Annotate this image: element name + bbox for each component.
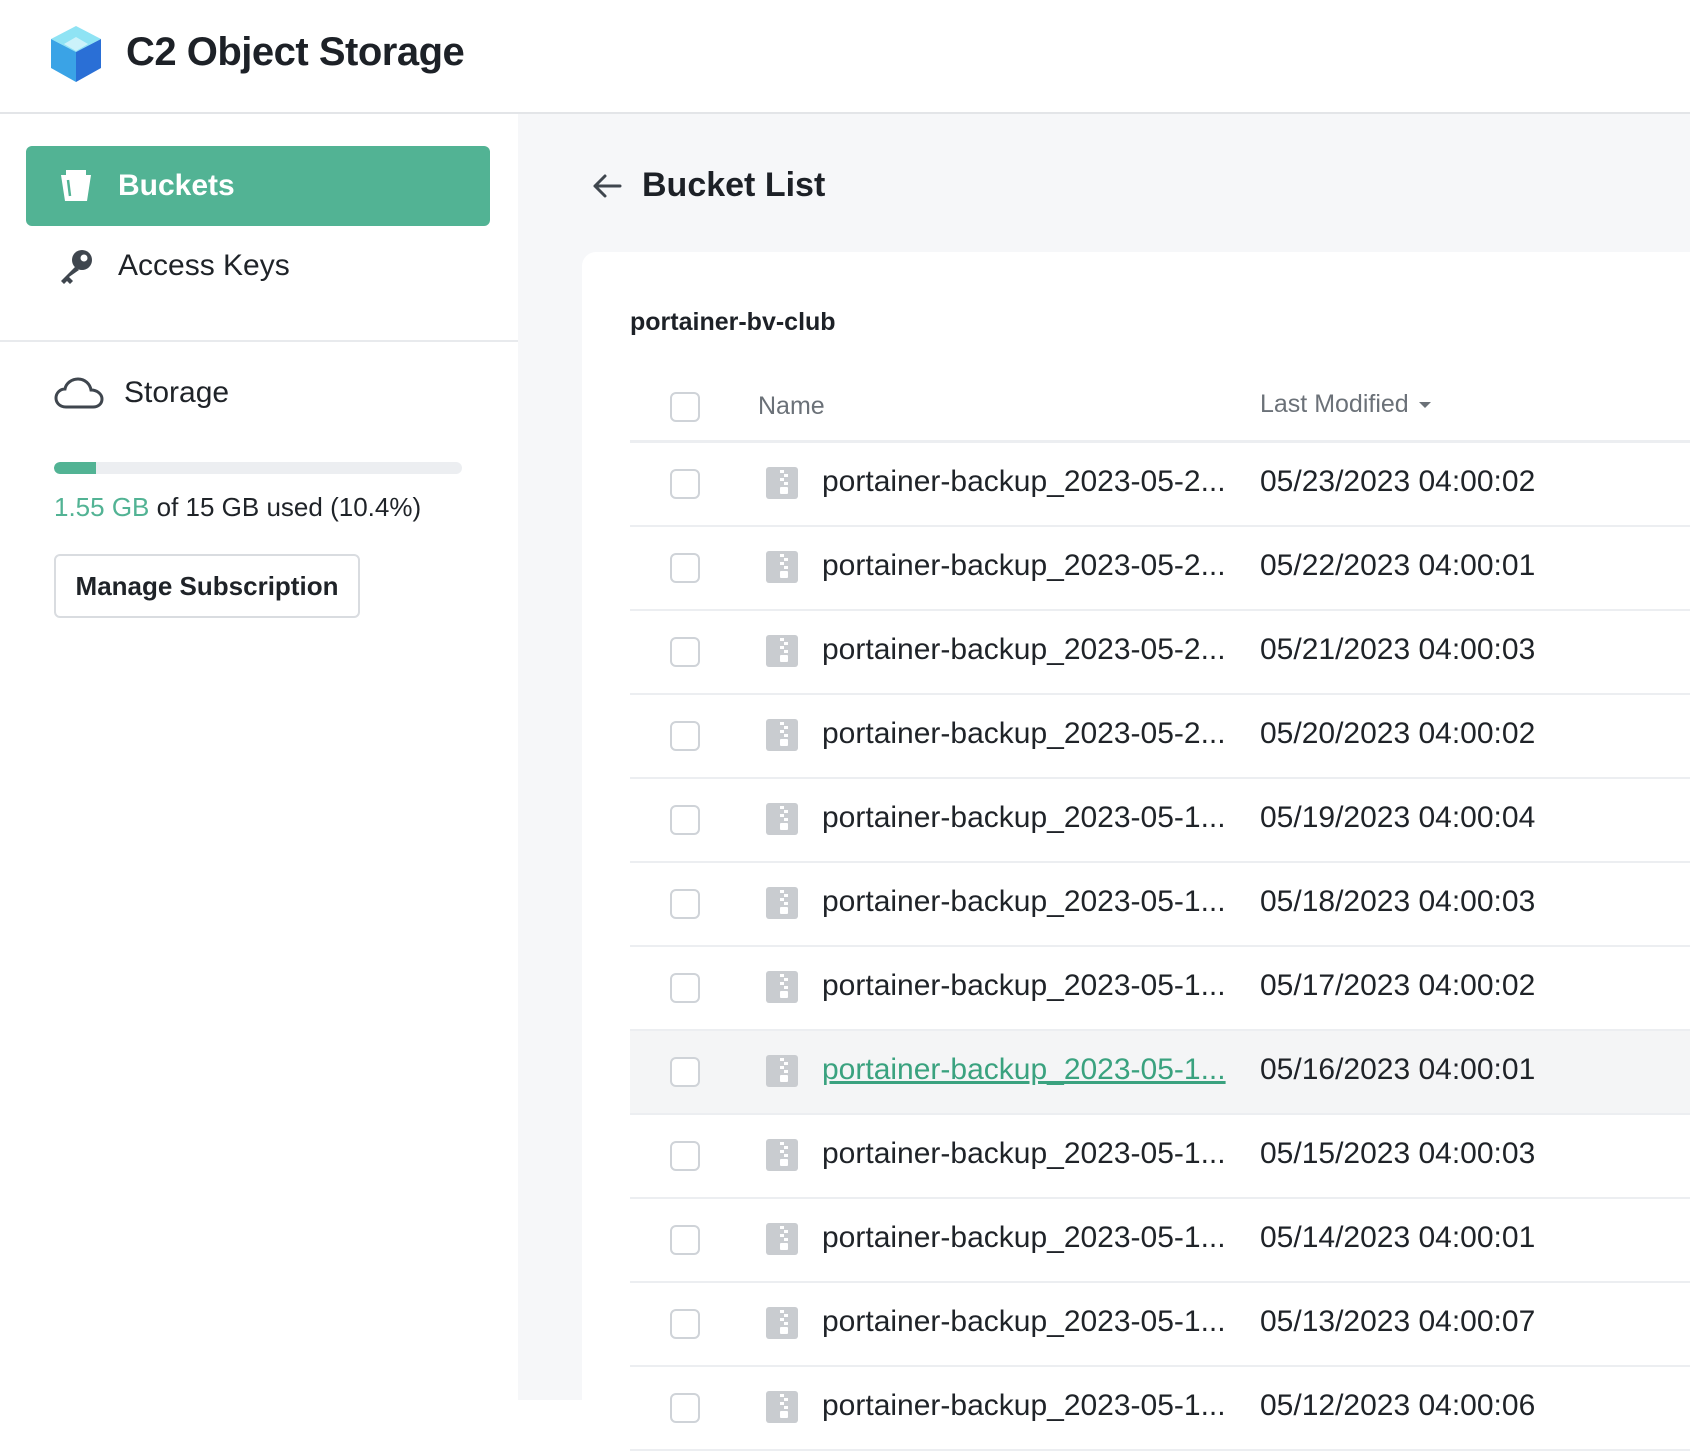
file-name-link[interactable]: portainer-backup_2023-05-1... (822, 1389, 1226, 1423)
file-name-link[interactable]: portainer-backup_2023-05-2... (822, 465, 1226, 499)
objects-table: Name Last Modified portainer-backup_2023… (630, 376, 1690, 1451)
sort-desc-icon (1418, 401, 1431, 408)
manage-subscription-button[interactable]: Manage Subscription (54, 554, 360, 618)
row-checkbox[interactable] (670, 469, 700, 499)
zip-file-icon (766, 1391, 798, 1423)
file-name-link[interactable]: portainer-backup_2023-05-2... (822, 633, 1226, 667)
bucket-card: portainer-bv-club Name Last Modified por… (582, 252, 1690, 1452)
table-row[interactable]: portainer-backup_2023-05-1... 05/12/2023 … (630, 1367, 1690, 1451)
file-name-link[interactable]: portainer-backup_2023-05-1... (822, 1137, 1226, 1171)
top-bar: C2 Object Storage (0, 0, 1690, 114)
table-row[interactable]: portainer-backup_2023-05-1... 05/16/2023 … (630, 1031, 1690, 1115)
file-last-modified: 05/18/2023 04:00:03 (1260, 885, 1536, 918)
file-name-link[interactable]: portainer-backup_2023-05-2... (822, 549, 1226, 583)
back-arrow-icon[interactable] (590, 169, 624, 203)
row-checkbox[interactable] (670, 721, 700, 751)
file-last-modified: 05/21/2023 04:00:03 (1260, 633, 1536, 666)
storage-header: Storage (54, 376, 229, 410)
app-title: C2 Object Storage (126, 30, 465, 74)
row-checkbox[interactable] (670, 973, 700, 1003)
file-last-modified: 05/13/2023 04:00:07 (1260, 1305, 1536, 1338)
zip-file-icon (766, 551, 798, 583)
sidebar-item-buckets[interactable]: Buckets (26, 146, 490, 226)
file-name-link[interactable]: portainer-backup_2023-05-1... (822, 1053, 1226, 1087)
row-checkbox[interactable] (670, 805, 700, 835)
row-checkbox[interactable] (670, 1393, 700, 1423)
sidebar-item-label: Access Keys (118, 249, 290, 282)
zip-file-icon (766, 719, 798, 751)
file-last-modified: 05/17/2023 04:00:02 (1260, 969, 1536, 1002)
file-last-modified: 05/22/2023 04:00:01 (1260, 549, 1536, 582)
file-name-link[interactable]: portainer-backup_2023-05-1... (822, 801, 1226, 835)
table-header: Name Last Modified (630, 376, 1690, 443)
storage-label: Storage (124, 376, 230, 409)
zip-file-icon (766, 803, 798, 835)
zip-file-icon (766, 635, 798, 667)
column-header-label: Last Modified (1260, 390, 1409, 418)
main-content: Bucket List portainer-bv-club Name Last … (518, 114, 1690, 1452)
file-last-modified: 05/12/2023 04:00:06 (1260, 1389, 1536, 1422)
table-row[interactable]: portainer-backup_2023-05-1... 05/19/2023 … (630, 779, 1690, 863)
column-header-name[interactable]: Name (758, 392, 825, 421)
cube-logo-icon (51, 26, 101, 82)
page-header: Bucket List (590, 166, 825, 205)
storage-usage-text: 1.55 GB of 15 GB used (10.4%) (54, 492, 421, 523)
row-checkbox[interactable] (670, 1225, 700, 1255)
table-row[interactable]: portainer-backup_2023-05-2... 05/21/2023 … (630, 611, 1690, 695)
table-row[interactable]: portainer-backup_2023-05-2... 05/22/2023 … (630, 527, 1690, 611)
cloud-icon (54, 377, 104, 409)
select-all-checkbox[interactable] (670, 392, 700, 422)
zip-file-icon (766, 1223, 798, 1255)
table-row[interactable]: portainer-backup_2023-05-1... 05/13/2023 … (630, 1283, 1690, 1367)
storage-progress-fill (54, 462, 97, 474)
zip-file-icon (766, 971, 798, 1003)
row-checkbox[interactable] (670, 1309, 700, 1339)
zip-file-icon (766, 887, 798, 919)
file-last-modified: 05/16/2023 04:00:01 (1260, 1053, 1536, 1086)
table-row[interactable]: portainer-backup_2023-05-1... 05/15/2023 … (630, 1115, 1690, 1199)
file-last-modified: 05/14/2023 04:00:01 (1260, 1221, 1536, 1254)
storage-used-value: 1.55 GB (54, 492, 150, 522)
table-row[interactable]: portainer-backup_2023-05-2... 05/23/2023 … (630, 443, 1690, 527)
zip-file-icon (766, 1307, 798, 1339)
bucket-name: portainer-bv-club (630, 308, 836, 336)
file-last-modified: 05/15/2023 04:00:03 (1260, 1137, 1536, 1170)
row-checkbox[interactable] (670, 1057, 700, 1087)
key-icon (54, 244, 98, 288)
file-last-modified: 05/19/2023 04:00:04 (1260, 801, 1536, 834)
table-row[interactable]: portainer-backup_2023-05-1... 05/14/2023 … (630, 1199, 1690, 1283)
file-name-link[interactable]: portainer-backup_2023-05-1... (822, 969, 1226, 1003)
bucket-icon (54, 164, 98, 208)
zip-file-icon (766, 1055, 798, 1087)
sidebar-divider (0, 340, 518, 342)
sidebar: Buckets Access Keys Storage 1.55 GB of 1… (0, 114, 518, 1400)
sidebar-item-access-keys[interactable]: Access Keys (26, 226, 490, 306)
sidebar-item-label: Buckets (118, 169, 235, 202)
table-body: portainer-backup_2023-05-2... 05/23/2023 … (630, 443, 1690, 1451)
file-name-link[interactable]: portainer-backup_2023-05-1... (822, 1221, 1226, 1255)
storage-progress-bar (54, 462, 462, 474)
row-checkbox[interactable] (670, 1141, 700, 1171)
row-checkbox[interactable] (670, 889, 700, 919)
zip-file-icon (766, 1139, 798, 1171)
file-name-link[interactable]: portainer-backup_2023-05-1... (822, 1305, 1226, 1339)
table-row[interactable]: portainer-backup_2023-05-1... 05/17/2023 … (630, 947, 1690, 1031)
zip-file-icon (766, 467, 798, 499)
column-header-last-modified[interactable]: Last Modified (1260, 390, 1431, 419)
file-last-modified: 05/20/2023 04:00:02 (1260, 717, 1536, 750)
page-title: Bucket List (642, 166, 826, 204)
row-checkbox[interactable] (670, 553, 700, 583)
table-row[interactable]: portainer-backup_2023-05-2... 05/20/2023 … (630, 695, 1690, 779)
file-last-modified: 05/23/2023 04:00:02 (1260, 465, 1536, 498)
row-checkbox[interactable] (670, 637, 700, 667)
table-row[interactable]: portainer-backup_2023-05-1... 05/18/2023 … (630, 863, 1690, 947)
file-name-link[interactable]: portainer-backup_2023-05-2... (822, 717, 1226, 751)
file-name-link[interactable]: portainer-backup_2023-05-1... (822, 885, 1226, 919)
storage-total-text: of 15 GB used (10.4%) (149, 492, 422, 522)
